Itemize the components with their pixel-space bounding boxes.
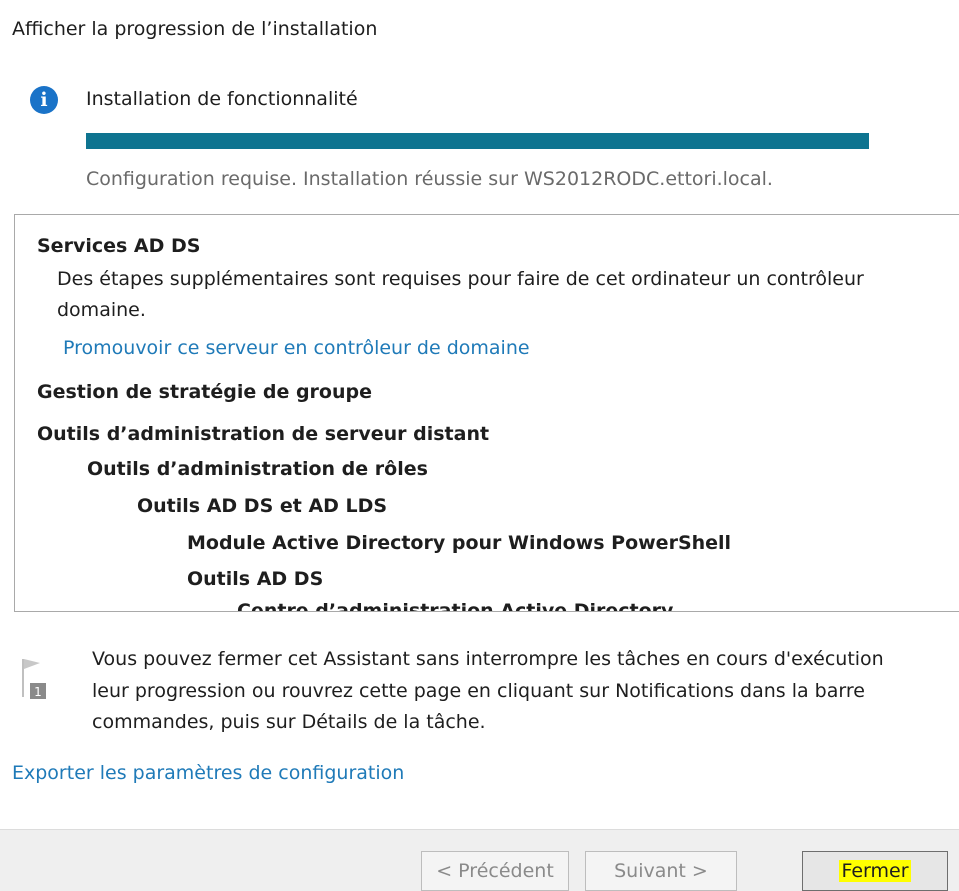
export-config-link[interactable]: Exporter les paramètres de configuration <box>12 762 404 784</box>
results-list[interactable]: Services AD DS Des étapes supplémentaire… <box>14 214 959 612</box>
result-role-tools: Outils d’administration de rôles <box>87 458 428 480</box>
wizard-footer: < Précédent Suivant > Fermer <box>0 829 959 891</box>
result-gpm-title: Gestion de stratégie de groupe <box>37 381 372 403</box>
status-message: Configuration requise. Installation réus… <box>86 168 773 190</box>
result-adds-adlds-tools: Outils AD DS et AD LDS <box>137 495 388 517</box>
next-button[interactable]: Suivant > <box>585 851 737 891</box>
status-heading: Installation de fonctionnalité <box>86 88 358 110</box>
result-ad-ds-description: Des étapes supplémentaires sont requises… <box>57 268 864 290</box>
info-icon: i <box>30 86 58 114</box>
result-ad-ds-description-cont: domaine. <box>57 299 146 321</box>
result-adac: Centre d’administration Active Directory <box>237 600 674 612</box>
flag-icon: 1 <box>22 659 46 699</box>
result-rsat-title: Outils d’administration de serveur dista… <box>37 423 490 445</box>
result-ad-ds-title: Services AD DS <box>37 235 201 257</box>
progress-bar-fill <box>86 133 869 149</box>
close-button-label: Fermer <box>839 860 911 882</box>
promote-dc-link[interactable]: Promouvoir ce serveur en contrôleur de d… <box>63 337 530 359</box>
progress-bar <box>86 133 869 149</box>
page-title: Afficher la progression de l’installatio… <box>12 18 378 40</box>
note-line-2: leur progression ou rouvrez cette page e… <box>92 680 865 702</box>
result-ps-module: Module Active Directory pour Windows Pow… <box>187 532 732 554</box>
note-line-1: Vous pouvez fermer cet Assistant sans in… <box>92 648 884 670</box>
previous-button[interactable]: < Précédent <box>421 851 569 891</box>
note-line-3: commandes, puis sur Détails de la tâche. <box>92 711 486 733</box>
svg-text:1: 1 <box>34 685 42 699</box>
result-adds-tools: Outils AD DS <box>187 568 324 590</box>
close-button[interactable]: Fermer <box>802 851 948 891</box>
